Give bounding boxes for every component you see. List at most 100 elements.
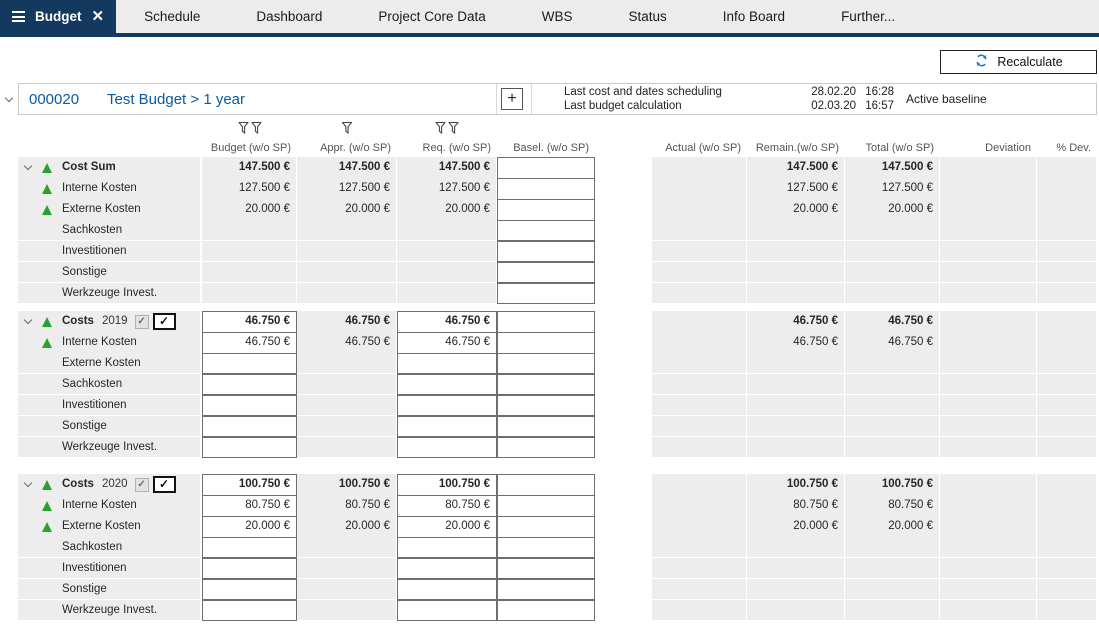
tab-further[interactable]: Further...: [813, 0, 923, 33]
row-label-cell[interactable]: Investitionen: [18, 395, 202, 416]
cell-basel[interactable]: [497, 332, 595, 354]
cell-budget[interactable]: 46.750 €: [202, 332, 297, 354]
cell-basel[interactable]: [497, 199, 595, 221]
cell-req[interactable]: [397, 558, 497, 579]
cell-budget[interactable]: [202, 353, 297, 374]
column-header-basel[interactable]: Basel. (w/o SP): [497, 119, 595, 157]
row-label-cell[interactable]: Werkzeuge Invest.: [18, 283, 202, 304]
cell-req[interactable]: [397, 579, 497, 600]
row-label-cell[interactable]: Werkzeuge Invest.: [18, 437, 202, 458]
cell-budget[interactable]: [202, 416, 297, 437]
row-label-cell[interactable]: Sonstige: [18, 579, 202, 600]
cell-basel[interactable]: [497, 437, 595, 458]
row-label-cell[interactable]: Sonstige: [18, 416, 202, 437]
cell-basel[interactable]: [497, 353, 595, 374]
row-label-cell[interactable]: Interne Kosten: [18, 178, 202, 200]
cell-basel[interactable]: [497, 416, 595, 437]
project-title-field[interactable]: Test Budget > 1 year: [107, 91, 245, 108]
cell-basel[interactable]: [497, 157, 595, 179]
cell-basel[interactable]: [497, 241, 595, 262]
column-header-deviation[interactable]: Deviation: [940, 119, 1037, 157]
cell-req[interactable]: [397, 437, 497, 458]
row-label-cell[interactable]: Investitionen: [18, 241, 202, 262]
tab-info-board[interactable]: Info Board: [695, 0, 813, 33]
cell-budget[interactable]: 20.000 €: [202, 516, 297, 538]
row-label-cell[interactable]: Costs2019✓✓: [18, 311, 202, 333]
cell-basel[interactable]: [497, 537, 595, 558]
cell-basel[interactable]: [497, 178, 595, 200]
cell-basel[interactable]: [497, 311, 595, 333]
filter-icons[interactable]: [436, 122, 459, 134]
cell-basel[interactable]: [497, 474, 595, 496]
cell-req[interactable]: [397, 600, 497, 621]
column-header-total[interactable]: Total (w/o SP): [845, 119, 940, 157]
row-label-cell[interactable]: Interne Kosten: [18, 332, 202, 354]
cell-req[interactable]: [397, 416, 497, 437]
cell-req[interactable]: [397, 353, 497, 374]
cell-req[interactable]: 46.750 €: [397, 332, 497, 354]
cell-req[interactable]: 46.750 €: [397, 311, 497, 333]
cell-req[interactable]: [397, 374, 497, 395]
column-header-req[interactable]: Req. (w/o SP): [397, 119, 497, 157]
cell-req[interactable]: [397, 537, 497, 558]
tab-schedule[interactable]: Schedule: [116, 0, 228, 33]
cell-basel[interactable]: [497, 262, 595, 283]
filter-icons[interactable]: [342, 122, 352, 134]
cell-budget[interactable]: [202, 537, 297, 558]
cell-budget[interactable]: 46.750 €: [202, 311, 297, 333]
row-label-cell[interactable]: Externe Kosten: [18, 199, 202, 221]
cell-basel[interactable]: [497, 374, 595, 395]
tab-status[interactable]: Status: [600, 0, 694, 33]
row-label-cell[interactable]: Sonstige: [18, 262, 202, 283]
cell-basel[interactable]: [497, 495, 595, 517]
collapse-chevron-icon[interactable]: [18, 320, 38, 323]
row-label-cell[interactable]: Sachkosten: [18, 537, 202, 558]
add-button[interactable]: +: [501, 88, 523, 110]
column-header-remain[interactable]: Remain.(w/o SP): [747, 119, 845, 157]
tab-wbs[interactable]: WBS: [514, 0, 601, 33]
cell-budget[interactable]: [202, 558, 297, 579]
column-header-actual[interactable]: Actual (w/o SP): [652, 119, 747, 157]
cell-budget[interactable]: 80.750 €: [202, 495, 297, 517]
project-id-field[interactable]: 000020: [29, 91, 107, 108]
row-label-cell[interactable]: Costs2020✓✓: [18, 474, 202, 496]
cell-req[interactable]: [397, 395, 497, 416]
cell-basel[interactable]: [497, 600, 595, 621]
cell-req[interactable]: 80.750 €: [397, 495, 497, 517]
row-label-cell[interactable]: Investitionen: [18, 558, 202, 579]
cell-budget[interactable]: [202, 579, 297, 600]
cell-basel[interactable]: [497, 283, 595, 304]
row-label-cell[interactable]: Cost Sum: [18, 157, 202, 179]
row-label-cell[interactable]: Sachkosten: [18, 220, 202, 241]
row-label-cell[interactable]: Sachkosten: [18, 374, 202, 395]
cell-basel[interactable]: [497, 516, 595, 538]
row-label-cell[interactable]: Externe Kosten: [18, 516, 202, 538]
close-icon[interactable]: ✕: [92, 9, 105, 24]
cell-basel[interactable]: [497, 220, 595, 241]
cell-budget[interactable]: [202, 600, 297, 621]
column-header-budget[interactable]: Budget (w/o SP): [202, 119, 297, 157]
cell-budget[interactable]: [202, 374, 297, 395]
year-checkbox[interactable]: ✓: [153, 313, 176, 330]
cell-basel[interactable]: [497, 558, 595, 579]
collapse-chevron-icon[interactable]: [18, 483, 38, 486]
menu-icon[interactable]: [12, 11, 25, 22]
cell-req[interactable]: 100.750 €: [397, 474, 497, 496]
row-label-cell[interactable]: Externe Kosten: [18, 353, 202, 374]
tab-project-core-data[interactable]: Project Core Data: [350, 0, 513, 33]
recalculate-button[interactable]: Recalculate: [940, 50, 1097, 74]
cell-budget[interactable]: 100.750 €: [202, 474, 297, 496]
cell-basel[interactable]: [497, 579, 595, 600]
cell-budget[interactable]: [202, 437, 297, 458]
column-header-appr[interactable]: Appr. (w/o SP): [297, 119, 397, 157]
collapse-header-chevron-icon[interactable]: [0, 98, 18, 101]
collapse-chevron-icon[interactable]: [18, 166, 38, 169]
cell-req[interactable]: 20.000 €: [397, 516, 497, 538]
column-header-percent-dev[interactable]: % Dev.: [1037, 119, 1097, 157]
cell-budget[interactable]: [202, 395, 297, 416]
year-checkbox[interactable]: ✓: [153, 476, 176, 493]
row-label-cell[interactable]: Werkzeuge Invest.: [18, 600, 202, 621]
tab-budget[interactable]: Budget ✕: [0, 0, 116, 33]
filter-icons[interactable]: [238, 122, 261, 134]
cell-basel[interactable]: [497, 395, 595, 416]
